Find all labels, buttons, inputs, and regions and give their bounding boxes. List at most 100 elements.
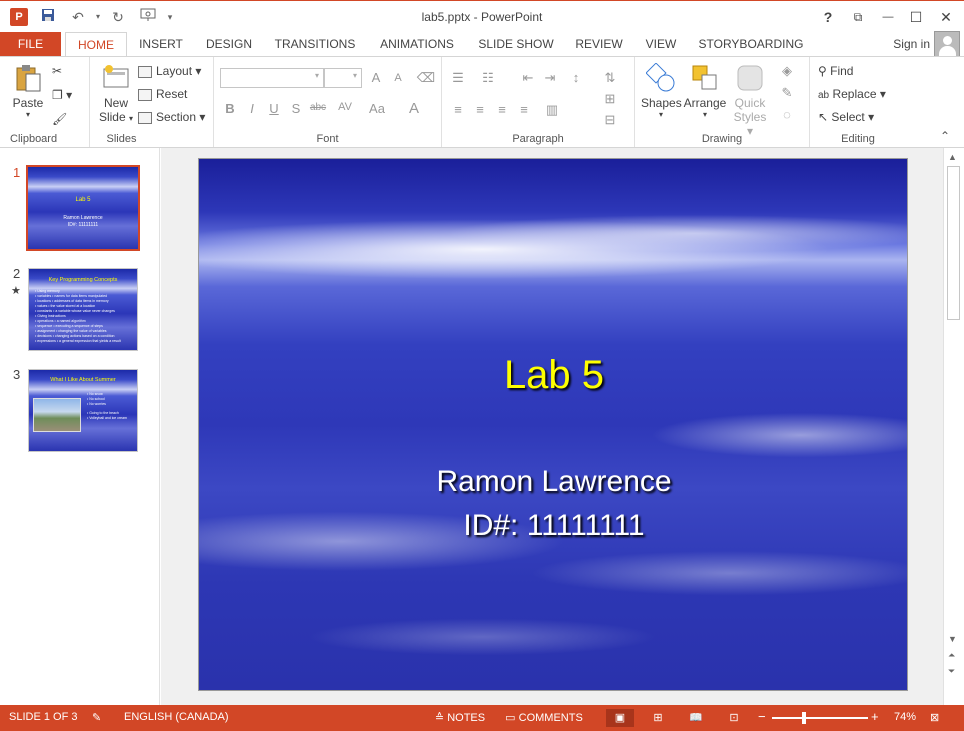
new-slide-label: New: [103, 96, 128, 110]
change-case-button[interactable]: Aa: [364, 101, 390, 116]
cut-icon[interactable]: ✂: [52, 61, 62, 81]
zoom-out-button[interactable]: −: [758, 709, 766, 724]
replace-button[interactable]: ab Replace ▾: [818, 84, 886, 104]
font-size-box[interactable]: ▾: [324, 68, 362, 88]
vertical-scrollbar[interactable]: ▲ ▼ ⏶ ⏷: [943, 148, 964, 705]
zoom-slider-track[interactable]: [772, 717, 868, 719]
shapes-button[interactable]: Shapes ▾: [641, 62, 682, 119]
columns-icon[interactable]: ▥: [542, 102, 562, 118]
close-button[interactable]: ✕: [934, 7, 958, 27]
arrange-button[interactable]: Arrange ▾: [683, 63, 727, 119]
text-shadow-button[interactable]: S: [286, 101, 306, 116]
reset-label: Reset: [156, 87, 188, 101]
notes-button[interactable]: ≙ NOTES: [432, 709, 488, 727]
slide-thumbnail-2[interactable]: Key Programming Concepts • Using memory …: [28, 268, 138, 351]
select-button[interactable]: ↖ Select ▾: [818, 107, 874, 127]
increase-indent-icon[interactable]: ⇥: [540, 70, 560, 86]
bold-button[interactable]: B: [220, 101, 240, 116]
tab-home[interactable]: HOME: [65, 32, 127, 57]
align-right-icon[interactable]: ≡: [492, 102, 512, 117]
language-status[interactable]: ENGLISH (CANADA): [124, 711, 229, 723]
tab-view[interactable]: VIEW: [638, 32, 684, 56]
grow-font-button[interactable]: A: [366, 70, 386, 85]
bullets-icon[interactable]: ☰: [448, 70, 468, 86]
strikethrough-button[interactable]: abc: [308, 102, 328, 113]
shape-effects-icon[interactable]: ◌: [777, 107, 797, 122]
thumbnail-title: Lab 5: [75, 197, 91, 203]
scrollbar-thumb[interactable]: [947, 166, 960, 320]
normal-view-icon[interactable]: ▣: [606, 709, 634, 727]
align-text-icon[interactable]: ⊞: [600, 91, 620, 107]
shape-fill-icon[interactable]: ◈: [777, 63, 797, 79]
paste-button[interactable]: Paste ▾: [10, 63, 46, 119]
slide-show-icon[interactable]: ⊡: [720, 709, 748, 727]
section-button[interactable]: Section ▾: [138, 107, 205, 127]
slide-title[interactable]: Lab 5: [199, 353, 907, 398]
find-button[interactable]: ⚲ Find: [818, 61, 853, 81]
quick-styles-button[interactable]: Quick Styles ▾: [729, 63, 771, 138]
help-button[interactable]: ?: [816, 7, 840, 27]
tab-storyboarding[interactable]: STORYBOARDING: [696, 32, 806, 56]
ribbon-display-options-button[interactable]: ⧉: [846, 7, 870, 27]
slide-thumbnail-1[interactable]: Lab 5 Ramon Lawrence ID#: 11111111: [26, 165, 140, 251]
justify-icon[interactable]: ≡: [514, 102, 534, 117]
reading-view-icon[interactable]: 📖: [682, 709, 710, 727]
tab-design[interactable]: DESIGN: [200, 32, 258, 56]
spelling-check-icon[interactable]: ✎: [92, 711, 101, 724]
zoom-slider-thumb[interactable]: [802, 712, 806, 724]
center-icon[interactable]: ≡: [470, 102, 490, 117]
align-left-icon[interactable]: ≡: [448, 102, 468, 117]
user-avatar-icon[interactable]: [934, 31, 960, 57]
scroll-up-icon[interactable]: ▲: [948, 152, 957, 162]
underline-button[interactable]: U: [264, 101, 284, 116]
minimize-button[interactable]: —: [876, 7, 900, 27]
tab-file[interactable]: FILE: [0, 32, 61, 56]
maximize-button[interactable]: ☐: [904, 7, 928, 27]
tab-transitions[interactable]: TRANSITIONS: [268, 32, 362, 56]
tab-slide-show[interactable]: SLIDE SHOW: [474, 32, 558, 56]
cursor-icon: ↖: [818, 110, 829, 124]
slide-editing-area[interactable]: Lab 5 Ramon Lawrence ID#: 11111111: [161, 148, 943, 705]
shape-outline-icon[interactable]: ✎: [777, 85, 797, 101]
line-spacing-icon[interactable]: ↕: [566, 70, 586, 85]
fit-slide-icon[interactable]: ⊠: [930, 711, 939, 724]
clear-formatting-icon[interactable]: ⌫: [416, 70, 436, 86]
slide-thumbnails-pane[interactable]: 1 Lab 5 Ramon Lawrence ID#: 11111111 2 ★…: [0, 148, 160, 705]
italic-button[interactable]: I: [242, 101, 262, 116]
format-painter-icon[interactable]: 🖌: [52, 109, 67, 129]
slide-thumbnail-3[interactable]: What I Like About Summer • No snow • No …: [28, 369, 138, 452]
select-label: Select: [831, 110, 865, 124]
slide-subtitle-line2[interactable]: ID#: 11111111: [199, 509, 907, 543]
character-spacing-button[interactable]: AV: [332, 101, 358, 113]
slide-count-status[interactable]: SLIDE 1 OF 3: [9, 711, 77, 723]
next-slide-icon[interactable]: ⏷: [948, 666, 955, 677]
zoom-in-button[interactable]: +: [871, 709, 879, 724]
layout-button[interactable]: Layout ▾: [138, 61, 201, 81]
quick-styles-label2: Styles: [733, 110, 767, 124]
text-direction-icon[interactable]: ⇅: [600, 70, 620, 86]
tab-review[interactable]: REVIEW: [570, 32, 628, 56]
slides-group: New Slide ▾ Layout ▾ Reset Section ▾ Sli…: [90, 57, 214, 147]
tab-animations[interactable]: ANIMATIONS: [372, 32, 462, 56]
comments-button[interactable]: ▭ COMMENTS: [502, 709, 586, 727]
slide-sorter-icon[interactable]: ⊞: [644, 709, 672, 727]
paste-label: Paste: [12, 96, 44, 110]
font-color-button[interactable]: A: [404, 100, 424, 117]
reset-button[interactable]: Reset: [138, 84, 187, 104]
copy-icon[interactable]: ❐ ▾: [52, 85, 72, 105]
scroll-down-icon[interactable]: ▼: [948, 634, 957, 644]
decrease-indent-icon[interactable]: ⇤: [518, 70, 538, 86]
zoom-level[interactable]: 74%: [894, 711, 916, 723]
binoculars-icon: ⚲: [818, 64, 827, 78]
previous-slide-icon[interactable]: ⏶: [948, 650, 955, 661]
shrink-font-button[interactable]: A: [388, 72, 408, 84]
collapse-ribbon-icon[interactable]: ⌃: [940, 129, 950, 143]
sign-in-link[interactable]: Sign in: [893, 37, 930, 51]
smartart-icon[interactable]: ⊟: [600, 112, 620, 128]
font-name-box[interactable]: ▾: [220, 68, 324, 88]
slide-subtitle-line1[interactable]: Ramon Lawrence: [199, 465, 907, 499]
numbering-icon[interactable]: ☷: [478, 70, 498, 86]
tab-insert[interactable]: INSERT: [132, 32, 190, 56]
current-slide[interactable]: Lab 5 Ramon Lawrence ID#: 11111111: [198, 158, 908, 691]
new-slide-button[interactable]: New Slide ▾: [96, 63, 136, 124]
